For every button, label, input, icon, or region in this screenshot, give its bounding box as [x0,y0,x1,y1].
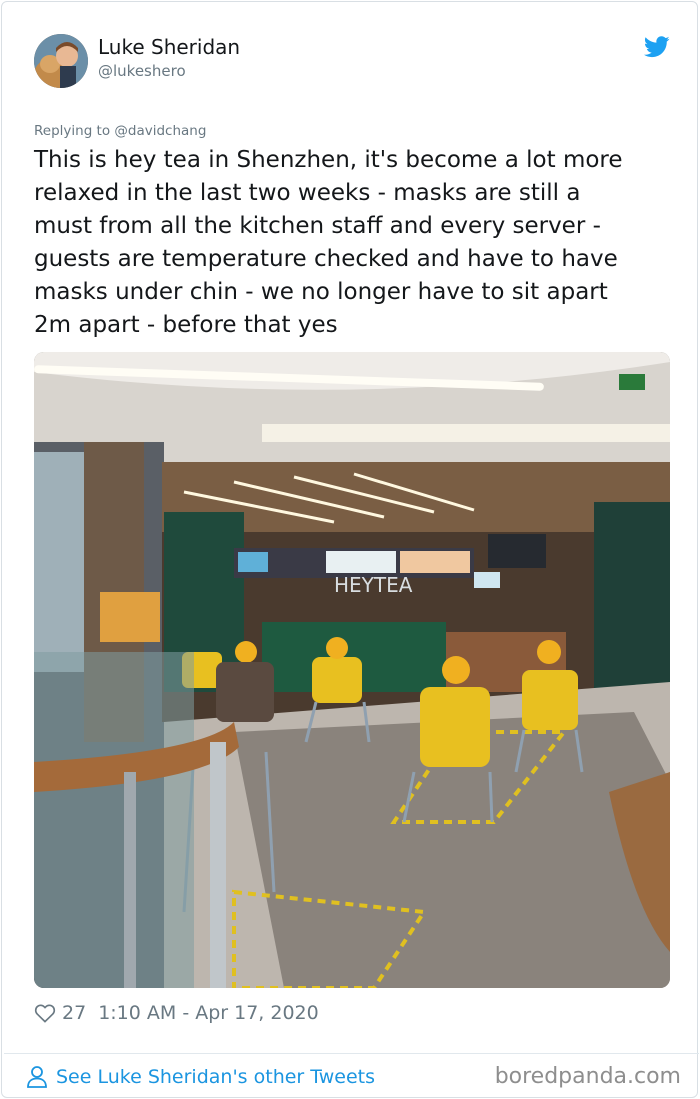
other-tweets-link[interactable]: See Luke Sheridan's other Tweets [26,1063,375,1091]
tweet-photo[interactable]: HEYTEA [34,352,670,988]
divider [4,1053,699,1054]
store-sign: HEYTEA [334,573,413,597]
avatar[interactable] [34,34,88,88]
other-tweets-label: See Luke Sheridan's other Tweets [56,1066,376,1088]
user-handle[interactable]: @lukeshero [98,62,186,80]
tweet-text-line: relaxed in the last two weeks - masks ar… [34,180,581,206]
tweet-text-line: guests are temperature checked and have … [34,246,618,272]
reply-context[interactable]: Replying to @davidchang [34,123,206,139]
display-name[interactable]: Luke Sheridan [98,35,240,59]
tweet-text-line: This is hey tea in Shenzhen, it's become… [34,147,623,173]
tweet-text-line: must from all the kitchen staff and ever… [34,213,601,239]
tweet-meta: 27 1:10 AM - Apr 17, 2020 [34,1000,319,1026]
like-count[interactable]: 27 [62,1002,86,1024]
tweet-text-line: 2m apart - before that yes [34,312,338,338]
heart-icon[interactable] [34,1003,56,1023]
person-icon [26,1065,48,1089]
tweet-text: This is hey tea in Shenzhen, it's become… [34,144,674,342]
tweet-card: Luke Sheridan @lukeshero Replying to @da… [1,1,699,1098]
tweet-text-line: masks under chin - we no longer have to … [34,279,608,305]
twitter-bird-icon[interactable] [643,36,670,58]
timestamp[interactable]: 1:10 AM - Apr 17, 2020 [98,1002,319,1024]
watermark: boredpanda.com [494,1064,681,1089]
